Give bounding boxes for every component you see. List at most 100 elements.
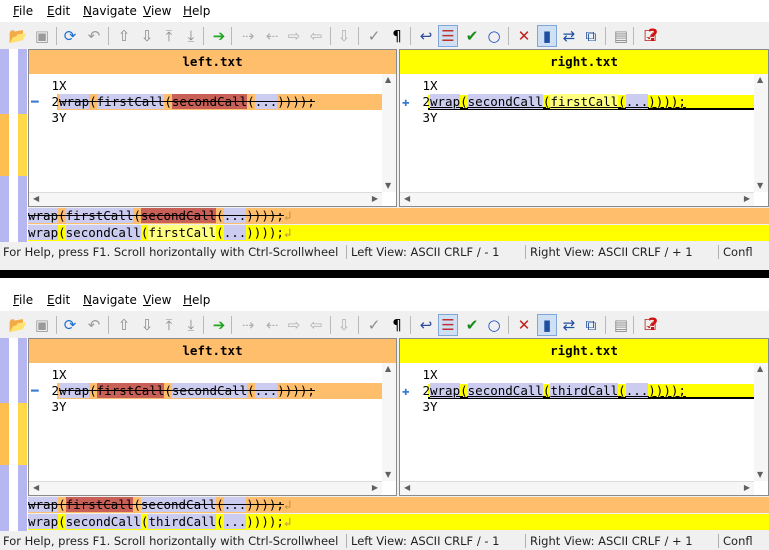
code-line[interactable]: 3Y [400,399,754,415]
code-line[interactable]: ━ 2 wrap(firstCall(secondCall(...)))); [29,383,382,399]
open-folder-icon[interactable]: 📂 [8,314,28,336]
diff-detail-right[interactable]: wrap(secondCall(thirdCall(...))));↲ [28,514,769,530]
next-conflict-icon[interactable]: ⇩ [334,25,354,47]
line-text: wrap(firstCall(secondCall(...)))); [59,383,315,399]
current-diff-icon[interactable]: ➔ [209,25,229,47]
next-diff-icon[interactable]: ⇩ [137,25,157,47]
right-pane[interactable]: right.txt 1 X ✚ 2 wrap(secondCall(thirdCall(… [399,338,769,496]
diff-detail-left[interactable]: wrap(firstCall(secondCall(...))));↲ [28,208,769,224]
first-diff-icon[interactable]: ⤒ [159,314,179,336]
compare-icon[interactable]: ⧉ [581,314,601,336]
menu-edit[interactable]: Edit [47,293,70,307]
last-diff-icon[interactable]: ⤓ [181,25,201,47]
save-icon[interactable]: ▣ [32,25,52,47]
options-icon[interactable]: ▤ [611,314,631,336]
right-pane[interactable]: right.txt 1 X ✚ 2 wrap(secondCall(firstCall(… [399,49,769,207]
prev-conflict-icon[interactable]: ⇦ [306,25,326,47]
save-icon[interactable]: ▣ [32,314,52,336]
menu-help[interactable]: Help [183,293,210,307]
menu-view[interactable]: View [143,293,171,307]
open-folder-icon[interactable]: 📂 [8,25,28,47]
swap-panes-icon[interactable]: ⇄ [559,25,579,47]
undo-icon[interactable]: ↶ [84,25,104,47]
prev-diff-icon[interactable]: ⇧ [114,314,134,336]
menu-help[interactable]: Help [183,4,210,18]
location-pane[interactable] [0,49,28,242]
menu-edit[interactable]: Edit [47,4,70,18]
delete-icon[interactable]: ✕ [514,25,534,47]
last-diff-icon[interactable]: ⤓ [181,314,201,336]
menu-file[interactable]: File [13,4,33,18]
code-line[interactable]: ✚ 2 wrap(secondCall(thirdCall(...)))); [400,383,754,399]
code-line[interactable]: 3Y [400,110,754,126]
swap-panes-icon[interactable]: ⇄ [559,314,579,336]
toggle-panes-icon[interactable]: ▮ [537,314,557,336]
code-segment: ... [254,383,278,398]
next-diff-icon[interactable]: ⇩ [137,314,157,336]
prev-diff-icon[interactable]: ⇧ [114,25,134,47]
location-pane[interactable] [0,338,28,531]
left-pane[interactable]: left.txt 1 X ━ 2 wrap(firstCall(secondCall(.… [28,338,397,496]
show-whitespace-icon[interactable]: ¶ [387,314,407,336]
check-icon[interactable]: ✔ [462,25,482,47]
view-diffs-icon[interactable]: ☰ [438,314,458,336]
horizontal-scrollbar[interactable]: ◀ ▶ [400,481,754,495]
refresh-icon[interactable]: ⟳ [60,25,80,47]
current-diff-icon[interactable]: ➔ [209,314,229,336]
copy-left-icon[interactable]: ⇢ [238,25,258,47]
code-line[interactable]: 3Y [29,110,382,126]
horizontal-scrollbar[interactable]: ◀ ▶ [400,192,754,206]
line-number: 1 [422,78,430,93]
copy-left-icon[interactable]: ⇢ [238,314,258,336]
beautify-icon[interactable]: ✓ [364,25,384,47]
diff-detail-right[interactable]: wrap(secondCall(firstCall(...))));↲ [28,225,769,241]
check-icon[interactable]: ✔ [462,314,482,336]
help-icon[interactable]: ? [643,314,663,336]
copy-right-icon[interactable]: ⇠ [262,314,282,336]
copy-all-icon[interactable]: ⇨ [284,314,304,336]
word-wrap-icon[interactable]: ↩ [416,25,436,47]
vertical-scrollbar[interactable]: ▲ ▼ [382,363,396,481]
vertical-scrollbar[interactable]: ▲ ▼ [382,74,396,192]
view-diffs-icon[interactable]: ☰ [438,25,458,47]
beautify-icon[interactable]: ✓ [364,314,384,336]
code-line[interactable]: 3Y [29,399,382,415]
help-icon[interactable]: ? [643,25,663,47]
code-line[interactable]: 1X [400,78,754,94]
copy-all-icon[interactable]: ⇨ [284,25,304,47]
vertical-scrollbar[interactable]: ▲ ▼ [754,74,768,192]
options-icon[interactable]: ▤ [611,25,631,47]
code-segment: secondCall [171,94,248,109]
circle-icon[interactable]: ○ [484,314,504,336]
line-number: 3 [422,110,430,125]
menu-navigate[interactable]: Navigate [83,293,137,307]
delete-icon[interactable]: ✕ [514,314,534,336]
compare-icon[interactable]: ⧉ [581,25,601,47]
horizontal-scrollbar[interactable]: ◀ ▶ [29,192,382,206]
code-line[interactable]: ✚ 2 wrap(secondCall(firstCall(...)))); [400,94,754,110]
menu-navigate[interactable]: Navigate [83,4,137,18]
next-conflict-icon[interactable]: ⇩ [334,314,354,336]
copy-right-icon[interactable]: ⇠ [262,25,282,47]
code-line[interactable]: 1X [29,367,382,383]
menu-view[interactable]: View [143,4,171,18]
horizontal-scrollbar[interactable]: ◀ ▶ [29,481,382,495]
menu-file[interactable]: File [13,293,33,307]
code-line[interactable]: 1X [29,78,382,94]
code-segment: ( [618,383,626,398]
left-pane[interactable]: left.txt 1 X ━ 2 wrap(firstCall(secondCall(.… [28,49,397,207]
prev-conflict-icon[interactable]: ⇦ [306,314,326,336]
code-line[interactable]: ━ 2 wrap(firstCall(secondCall(...)))); [29,94,382,110]
word-wrap-icon[interactable]: ↩ [416,314,436,336]
diff-detail-left[interactable]: wrap(firstCall(secondCall(...))));↲ [28,497,769,513]
circle-icon[interactable]: ○ [484,25,504,47]
vertical-scrollbar[interactable]: ▲ ▼ [754,363,768,481]
undo-icon[interactable]: ↶ [84,314,104,336]
show-whitespace-icon[interactable]: ¶ [387,25,407,47]
toggle-panes-icon[interactable]: ▮ [537,25,557,47]
refresh-icon[interactable]: ⟳ [60,314,80,336]
first-diff-icon[interactable]: ⤒ [159,25,179,47]
code-segment: )))); [246,208,284,223]
code-line[interactable]: 1X [400,367,754,383]
code-segment: ( [58,497,66,512]
